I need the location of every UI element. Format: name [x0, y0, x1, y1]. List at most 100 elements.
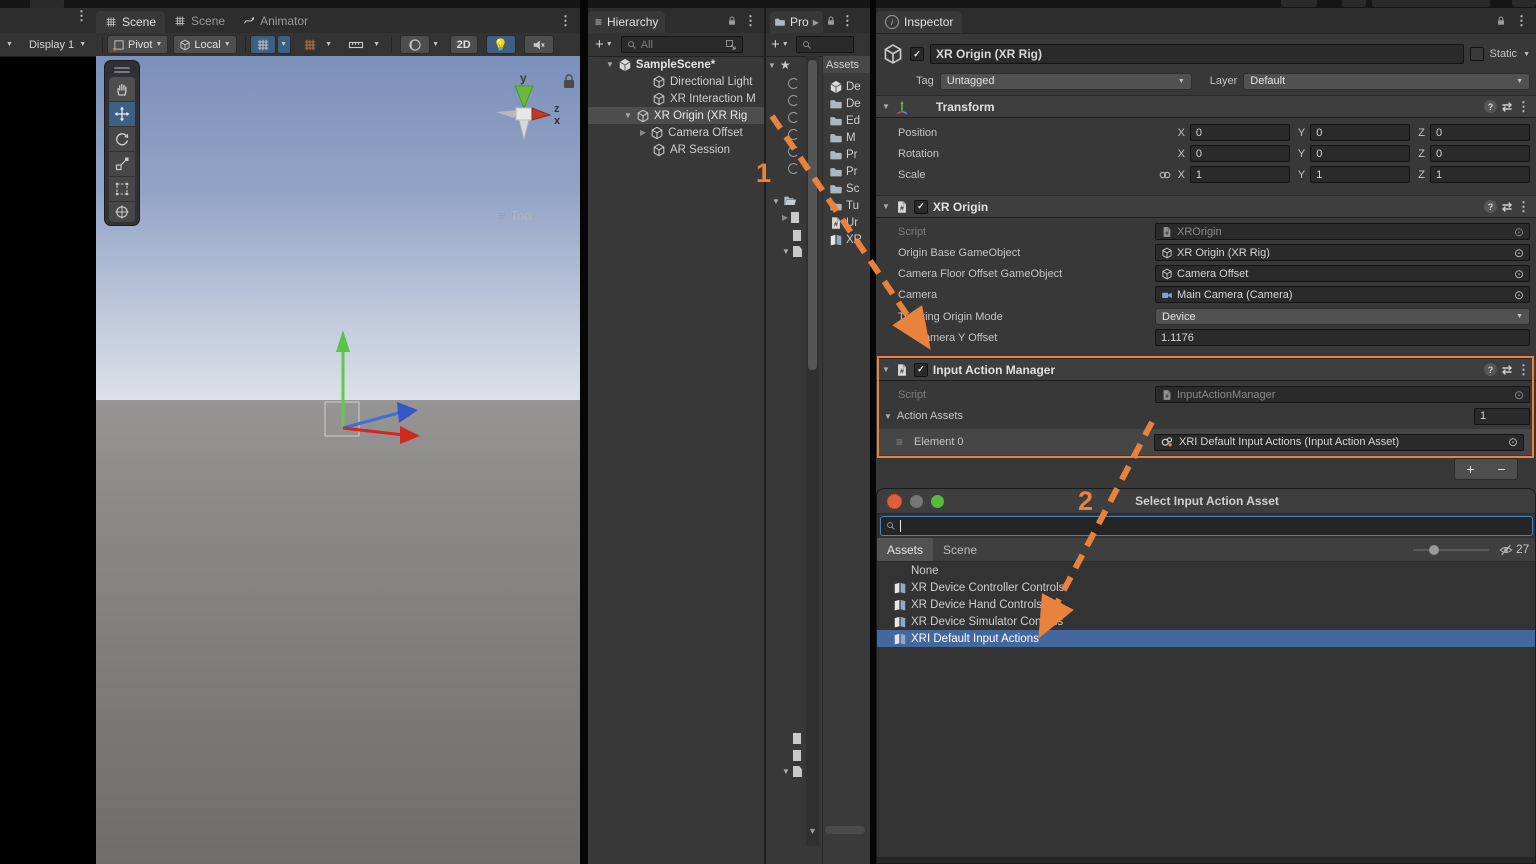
measure-tool-button[interactable] — [341, 35, 371, 54]
tab-scene-2[interactable]: Scene — [165, 8, 234, 33]
popup-item-selected[interactable]: XRI Default Input Actions — [877, 630, 1536, 647]
favorites-foldout[interactable]: ▼ ★ — [768, 58, 791, 72]
rotation-y-field[interactable]: 0 — [1310, 145, 1410, 162]
snap-increment-button[interactable] — [297, 35, 323, 54]
assets-hscrollbar[interactable] — [825, 826, 865, 834]
static-checkbox[interactable] — [1470, 47, 1484, 61]
active-checkbox[interactable]: ✓ — [910, 47, 924, 61]
position-y-field[interactable]: 0 — [1310, 124, 1410, 141]
foldout-icon[interactable]: ▼ — [624, 111, 632, 120]
rotation-x-field[interactable]: 0 — [1190, 145, 1290, 162]
local-toggle-button[interactable]: Local ▼ — [173, 35, 236, 54]
tab-project[interactable]: Pro ▶ — [770, 11, 823, 33]
lock-icon[interactable] — [726, 15, 738, 27]
inspector-menu-icon[interactable]: ⋮ — [1515, 13, 1528, 29]
component-menu-icon[interactable]: ⋮ — [1517, 199, 1530, 215]
help-icon[interactable]: ? — [1484, 100, 1497, 113]
asset-item[interactable]: Ur — [829, 216, 858, 230]
camera-field[interactable]: Main Camera (Camera) ⊙ — [1155, 286, 1530, 303]
thumbnail-size-slider-knob[interactable] — [1429, 545, 1439, 555]
hierarchy-create-button[interactable]: + ▼ — [591, 35, 617, 54]
popup-item[interactable]: XR Device Controller Controls — [877, 579, 1536, 596]
remove-element-button[interactable]: − — [1497, 461, 1505, 477]
scene-audio-button[interactable] — [524, 35, 554, 54]
project-scrollbar-track[interactable] — [806, 56, 819, 846]
presets-icon[interactable]: ⇄ — [1502, 200, 1512, 214]
pivot-toggle-button[interactable]: Pivot ▼ — [107, 35, 168, 54]
static-dropdown-icon[interactable]: ▼ — [1523, 51, 1530, 58]
help-icon[interactable]: ? — [1484, 200, 1497, 213]
folder-tree-item-cropped[interactable] — [793, 733, 801, 744]
tree-row-scene[interactable]: ▼ SampleScene* ⋮ — [588, 56, 782, 73]
popup-tab-assets[interactable]: Assets — [877, 538, 933, 561]
foldout-collapsed-icon[interactable]: ▶ — [640, 128, 646, 137]
assets-root-foldout[interactable]: ▼ — [772, 194, 797, 208]
scene-tab-menu-icon[interactable]: ⋮ — [559, 13, 572, 29]
rotation-z-field[interactable]: 0 — [1430, 145, 1530, 162]
object-picker-icon[interactable]: ⊙ — [1514, 288, 1524, 302]
shading-mode-dropdown[interactable]: ▼ — [430, 35, 442, 54]
origin-base-field[interactable]: XR Origin (XR Rig) ⊙ — [1155, 244, 1530, 261]
move-tool-button[interactable] — [109, 102, 135, 126]
scene-viewport[interactable]: y z x ≡ Top — [96, 56, 580, 864]
snap-increment-dropdown[interactable]: ▼ — [323, 35, 335, 54]
camera-y-offset-field[interactable]: 1.1176 — [1155, 329, 1530, 346]
transform-header[interactable]: ▼ Transform ? ⇄ ⋮ — [876, 95, 1536, 118]
asset-item[interactable]: XR — [829, 233, 862, 247]
popup-titlebar[interactable]: Select Input Action Asset — [877, 489, 1536, 514]
asset-item[interactable]: De — [829, 97, 861, 111]
gameobject-name-field[interactable]: XR Origin (XR Rig) — [930, 44, 1464, 64]
grid-snapping-dropdown[interactable]: ▼ — [277, 35, 291, 54]
component-enabled-checkbox[interactable]: ✓ — [914, 200, 928, 214]
popup-item[interactable]: XR Device Simulator Controls — [877, 613, 1536, 630]
lock-icon[interactable] — [1495, 15, 1507, 27]
position-z-field[interactable]: 0 — [1430, 124, 1530, 141]
layer-dropdown[interactable]: Default▼ — [1243, 73, 1530, 90]
2d-toggle-button[interactable]: 2D — [450, 35, 478, 54]
game-view-dropdown-icon[interactable]: ▼ — [6, 41, 13, 48]
move-gizmo[interactable] — [300, 330, 430, 450]
folder-tree-item-cropped[interactable]: ▼ — [782, 246, 802, 257]
tab-inspector[interactable]: i Inspector — [876, 11, 962, 33]
tab-animator[interactable]: Animator — [234, 8, 317, 33]
scale-z-field[interactable]: 1 — [1430, 166, 1530, 183]
object-picker-icon[interactable]: ⊙ — [1514, 267, 1524, 281]
foldout-icon[interactable]: ▼ — [606, 60, 614, 69]
tab-hierarchy[interactable]: ≡ Hierarchy — [588, 11, 665, 33]
scale-tool-button[interactable] — [109, 152, 135, 176]
popup-item-none[interactable]: None — [877, 562, 1536, 579]
tag-dropdown[interactable]: Untagged▼ — [940, 73, 1192, 90]
popup-search-input[interactable] — [880, 516, 1533, 536]
hierarchy-menu-icon[interactable]: ⋮ — [744, 13, 757, 29]
grid-snapping-button[interactable] — [250, 35, 276, 54]
folder-tree-item-cropped[interactable]: ▼ — [782, 766, 802, 777]
palette-drag-handle[interactable] — [114, 71, 130, 73]
popup-tab-scene[interactable]: Scene — [933, 538, 987, 561]
popup-item[interactable]: XR Device Hand Controls — [877, 596, 1536, 613]
tab-scene-1[interactable]: Scene — [96, 11, 165, 33]
component-menu-icon[interactable]: ⋮ — [1517, 99, 1530, 115]
project-create-button[interactable]: + ▼ — [768, 35, 792, 54]
measure-tool-dropdown[interactable]: ▼ — [371, 35, 383, 54]
thumbnail-size-slider-track[interactable] — [1413, 549, 1489, 551]
asset-item[interactable]: M — [829, 131, 856, 145]
view-mode-dropdown[interactable]: ≡ Top — [498, 208, 532, 223]
rect-tool-button[interactable] — [109, 177, 135, 201]
folder-tree-item-cropped[interactable]: ▶ — [782, 212, 799, 223]
project-search-input[interactable] — [796, 36, 854, 53]
tracking-origin-mode-dropdown[interactable]: Device▼ — [1155, 308, 1530, 325]
scroll-down-arrow[interactable]: ▼ — [808, 826, 817, 836]
rotate-tool-button[interactable] — [109, 127, 135, 151]
script-field[interactable]: XROrigin ⊙ — [1155, 223, 1530, 240]
folder-tree-item-cropped[interactable] — [793, 230, 801, 241]
transform-tool-button[interactable] — [109, 202, 135, 222]
orientation-gizmo[interactable]: y z x — [492, 68, 580, 148]
project-scrollbar-thumb[interactable] — [808, 60, 817, 370]
foldout-icon[interactable]: ▼ — [882, 202, 890, 211]
asset-item[interactable]: Sc — [829, 182, 859, 196]
camera-floor-offset-field[interactable]: Camera Offset ⊙ — [1155, 265, 1530, 282]
folder-tree-item-cropped[interactable] — [793, 750, 801, 761]
object-picker-icon[interactable]: ⊙ — [1514, 246, 1524, 260]
scale-y-field[interactable]: 1 — [1310, 166, 1410, 183]
picker-window-icon[interactable] — [725, 39, 737, 51]
